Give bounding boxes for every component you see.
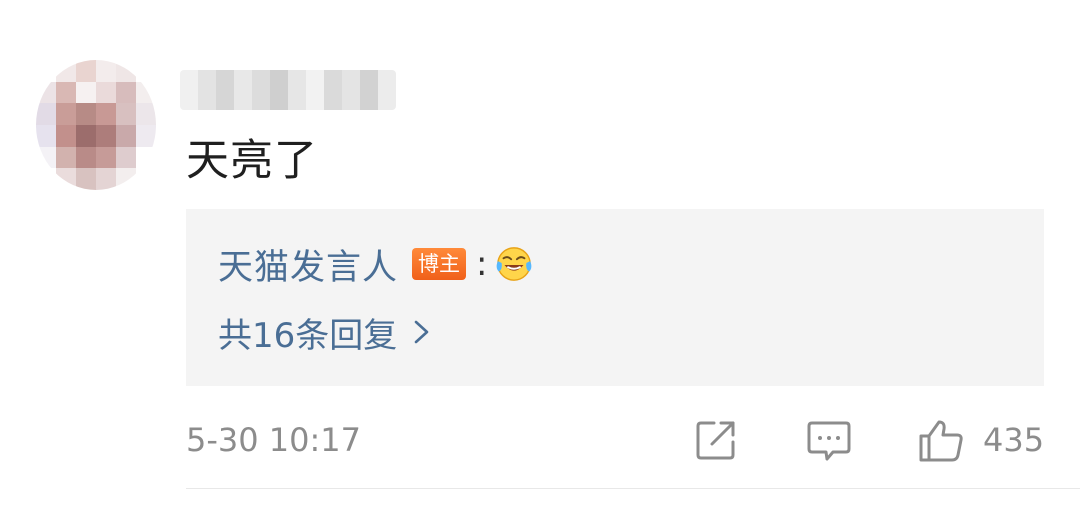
share-icon xyxy=(696,421,735,460)
reply-preview-box[interactable]: 天猫发言人 博主 : 共16条回复 xyxy=(186,209,1044,386)
avatar[interactable] xyxy=(36,60,156,190)
like-button[interactable]: 435 xyxy=(917,416,1044,464)
comment-icon xyxy=(807,421,851,461)
view-replies-link[interactable]: 共16条回复 xyxy=(218,309,431,356)
thumbs-up-icon xyxy=(919,420,963,462)
username-pixelated[interactable] xyxy=(180,70,396,110)
laugh-cry-emoji xyxy=(497,247,532,281)
reply-separator: : xyxy=(476,244,488,284)
top-overflow-stub xyxy=(940,0,1050,4)
comment-divider xyxy=(186,488,1080,489)
reply-preview-line: 天猫发言人 博主 : xyxy=(218,239,533,290)
share-button[interactable] xyxy=(692,416,740,464)
chevron-right-icon xyxy=(414,320,429,344)
comment-timestamp: 5-30 10:17 xyxy=(186,421,362,459)
reply-count-label: 共16条回复 xyxy=(218,315,398,356)
like-count: 435 xyxy=(983,421,1045,459)
comment-button[interactable] xyxy=(805,416,853,464)
author-badge: 博主 xyxy=(412,248,467,280)
comment-text: 天亮了 xyxy=(186,136,318,186)
reply-author-name[interactable]: 天猫发言人 xyxy=(218,239,398,290)
